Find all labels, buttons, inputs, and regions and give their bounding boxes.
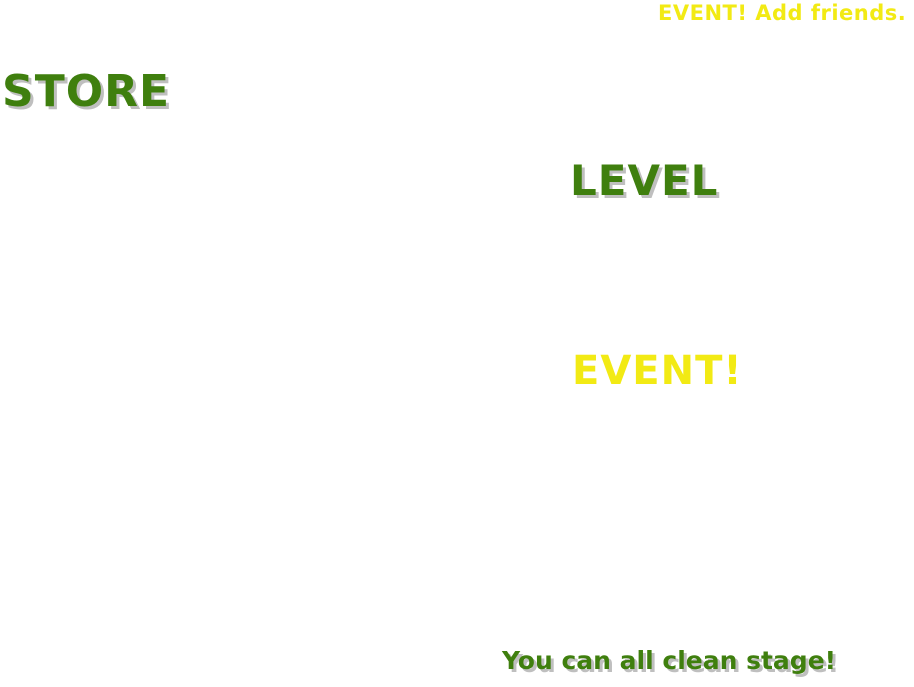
game-screen: EVENT! Add friends. STORE LEVEL EVENT! Y… xyxy=(0,0,914,687)
store-button[interactable]: STORE xyxy=(2,70,170,114)
level-button[interactable]: LEVEL xyxy=(570,160,718,202)
stage-clear-message: You can all clean stage! xyxy=(502,646,837,675)
event-button[interactable]: EVENT! xyxy=(572,351,743,391)
event-banner: EVENT! Add friends. xyxy=(658,1,907,25)
